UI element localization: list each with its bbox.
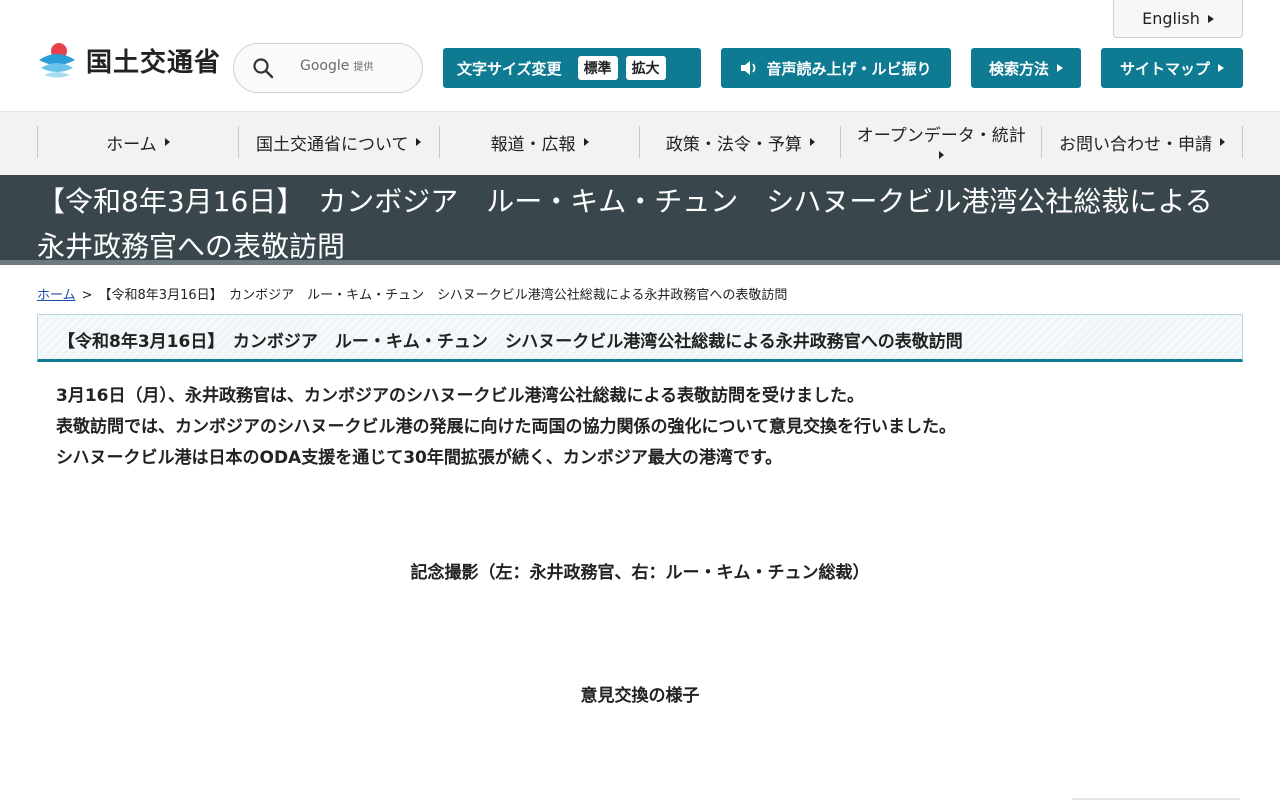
- sitemap-button[interactable]: サイトマップ: [1101, 48, 1243, 88]
- nav-item-contact[interactable]: お問い合わせ・申請: [1042, 126, 1243, 158]
- nav-item-home[interactable]: ホーム: [38, 126, 239, 158]
- english-label: English: [1142, 9, 1200, 28]
- sitemap-label: サイトマップ: [1119, 59, 1210, 78]
- chevron-right-icon: [1218, 64, 1224, 72]
- site-search[interactable]: Google 提供: [233, 43, 423, 93]
- article-paragraph: シハヌークビル港は日本のODA支援を通じて30年間拡張が続く、カンボジア最大の港…: [56, 448, 783, 468]
- article-body: 3月16日（月）、永井政務官は、カンボジアのシハヌークビル港湾公社総裁による表敬…: [56, 381, 1236, 474]
- site-header: 国土交通省 Google 提供 English 文字サイズ変更 標準 拡大 音声読…: [0, 0, 1280, 112]
- chevron-right-icon: [1220, 138, 1226, 146]
- nav-item-label: 報道・広報: [490, 134, 576, 155]
- content-heading-box: 【令和8年3月16日】 カンボジア ルー・キム・チュン シハヌークビル港湾公社総…: [37, 314, 1243, 362]
- nav-item-label: ホーム: [106, 134, 157, 155]
- mlit-logo-icon: [39, 43, 75, 78]
- photo-caption-exchange: 意見交換の様子: [580, 686, 700, 706]
- nav-item-label: 国土交通省について: [255, 134, 409, 155]
- nav-item-about[interactable]: 国土交通省について: [239, 126, 440, 158]
- article-paragraph: 表敬訪問では、カンボジアのシハヌークビル港の発展に向けた両国の協力関係の強化につ…: [56, 417, 956, 437]
- chevron-right-icon: [1057, 64, 1063, 72]
- breadcrumb-home-link[interactable]: ホーム: [37, 288, 76, 303]
- breadcrumb-separator: >: [81, 288, 93, 303]
- nav-item-label: オープンデータ・統計: [856, 126, 1026, 146]
- chevron-right-icon: [583, 138, 589, 146]
- font-size-standard-button[interactable]: 標準: [577, 56, 618, 80]
- site-logo-text: 国土交通省: [86, 47, 222, 78]
- search-method-button[interactable]: 検索方法: [971, 48, 1081, 88]
- site-logo[interactable]: 国土交通省: [36, 37, 221, 83]
- page-title: 【令和8年3月16日】 カンボジア ルー・キム・チュン シハヌークビル港湾公社総…: [37, 185, 1213, 263]
- speech-ruby-button[interactable]: 音声読み上げ・ルビ振り: [721, 48, 951, 88]
- search-method-label: 検索方法: [988, 59, 1049, 78]
- speaker-icon: [741, 61, 756, 75]
- article-paragraph: 3月16日（月）、永井政務官は、カンボジアのシハヌークビル港湾公社総裁による表敬…: [56, 386, 864, 406]
- search-input[interactable]: [292, 53, 412, 83]
- font-size-tool: 文字サイズ変更 標準 拡大: [443, 48, 701, 88]
- global-nav: ホーム 国土交通省について 報道・広報 政策・法令・予算 オープンデータ・統計 …: [0, 112, 1280, 175]
- chevron-right-icon: [416, 138, 422, 146]
- nav-item-label: お問い合わせ・申請: [1059, 134, 1213, 155]
- chevron-right-icon: [1207, 14, 1214, 23]
- english-button[interactable]: English: [1113, 0, 1243, 38]
- search-icon[interactable]: [252, 57, 274, 79]
- chevron-right-icon: [809, 138, 815, 146]
- chevron-right-icon: [938, 151, 944, 159]
- chevron-right-icon: [164, 138, 170, 146]
- content-heading: 【令和8年3月16日】 カンボジア ルー・キム・チュン シハヌークビル港湾公社総…: [58, 332, 963, 352]
- font-size-large-button[interactable]: 拡大: [625, 56, 666, 80]
- photo-caption-commemorative: 記念撮影（左：永井政務官、右：ルー・キム・チュン総裁）: [410, 563, 870, 583]
- breadcrumb-current: 【令和8年3月16日】 カンボジア ルー・キム・チュン シハヌークビル港湾公社総…: [98, 288, 788, 303]
- speech-ruby-label: 音声読み上げ・ルビ振り: [766, 59, 932, 78]
- nav-item-label: 政策・法令・予算: [665, 134, 802, 155]
- nav-item-opendata[interactable]: オープンデータ・統計: [841, 126, 1043, 159]
- nav-item-policy[interactable]: 政策・法令・予算: [640, 126, 842, 158]
- breadcrumb: ホーム > 【令和8年3月16日】 カンボジア ルー・キム・チュン シハヌークビル港…: [37, 284, 787, 303]
- global-nav-list: ホーム 国土交通省について 報道・広報 政策・法令・予算 オープンデータ・統計 …: [37, 126, 1243, 159]
- page-title-band: 【令和8年3月16日】 カンボジア ルー・キム・チュン シハヌークビル港湾公社総…: [0, 175, 1280, 265]
- nav-item-press[interactable]: 報道・広報: [440, 126, 641, 158]
- font-size-label: 文字サイズ変更: [457, 59, 562, 78]
